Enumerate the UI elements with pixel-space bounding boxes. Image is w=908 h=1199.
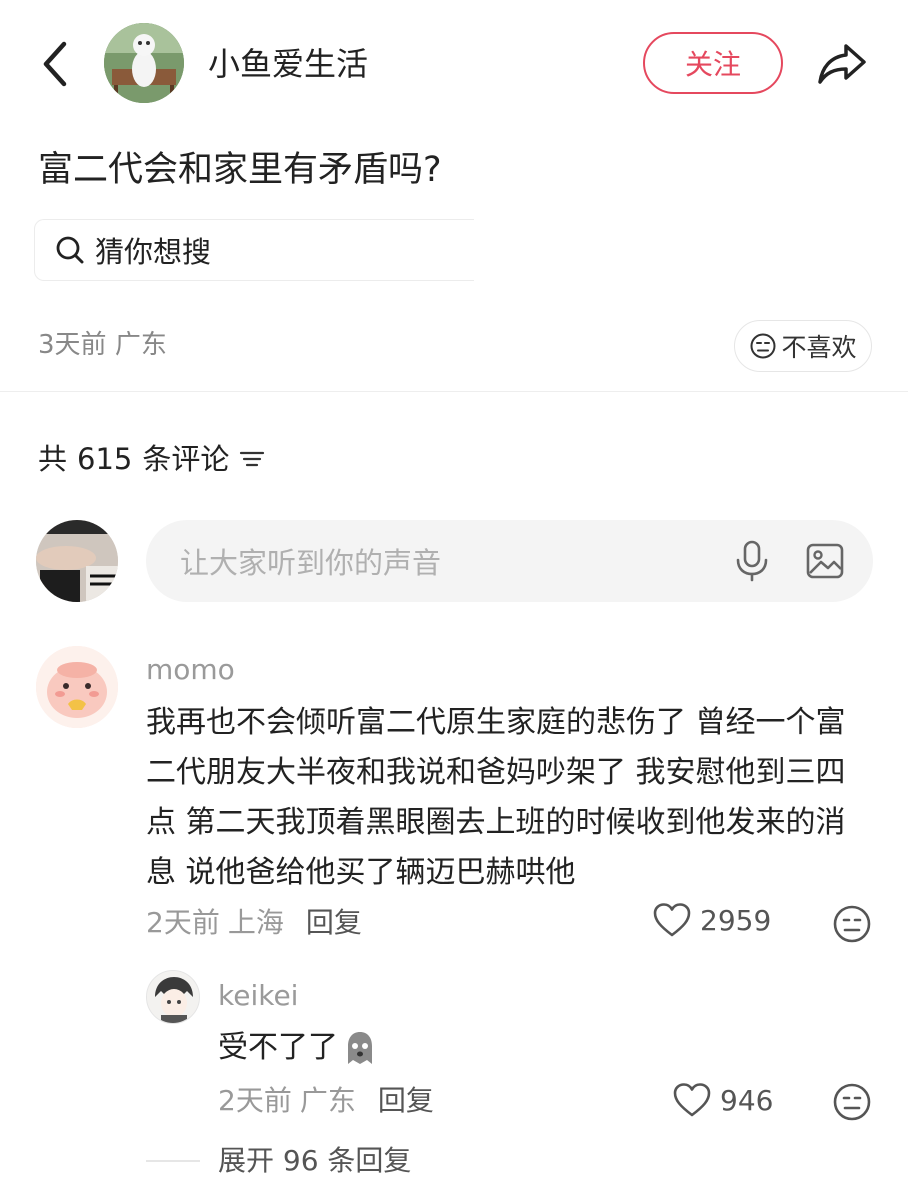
reply-meta: 2天前 广东 回复 bbox=[218, 1082, 434, 1120]
reply-text: 受不了了 bbox=[218, 1030, 338, 1065]
suggested-search-label: 猜你想搜 bbox=[95, 235, 212, 269]
back-arrow-icon bbox=[43, 41, 67, 87]
comment-location: 上海 bbox=[227, 906, 284, 939]
heart-icon bbox=[653, 903, 691, 937]
reply-avatar[interactable] bbox=[146, 970, 200, 1024]
microphone-icon bbox=[736, 540, 768, 582]
dislike-button[interactable]: 不喜欢 bbox=[734, 320, 872, 372]
neutral-face-icon bbox=[833, 1083, 871, 1121]
author-name[interactable]: 小鱼爱生活 bbox=[208, 42, 368, 86]
voice-input-button[interactable] bbox=[734, 540, 770, 582]
reply-location: 广东 bbox=[299, 1084, 356, 1117]
reply-dislike-button[interactable] bbox=[832, 1082, 872, 1122]
dislike-label: 不喜欢 bbox=[781, 333, 857, 362]
ghost-emoji-icon bbox=[348, 1032, 372, 1064]
reply-content: 受不了了 bbox=[218, 1026, 380, 1070]
expand-replies-button[interactable]: 展开 96 条回复 bbox=[218, 1143, 411, 1179]
heart-icon bbox=[673, 1083, 711, 1117]
search-icon bbox=[56, 236, 84, 264]
neutral-face-icon bbox=[833, 905, 871, 943]
image-upload-button[interactable] bbox=[806, 543, 844, 579]
current-user-avatar bbox=[36, 520, 118, 602]
sort-icon bbox=[240, 451, 265, 467]
author-avatar[interactable] bbox=[104, 23, 184, 103]
post-title: 富二代会和家里有矛盾吗? bbox=[38, 150, 442, 190]
post-time: 3天前 bbox=[38, 330, 107, 360]
share-icon bbox=[818, 44, 866, 84]
comment-time: 2天前 bbox=[146, 906, 220, 939]
share-button[interactable] bbox=[816, 40, 868, 88]
comment-count-prefix: 共 bbox=[38, 442, 68, 476]
comment-dislike-button[interactable] bbox=[832, 904, 872, 944]
comment-count: 615 bbox=[77, 442, 133, 476]
neutral-face-icon bbox=[750, 333, 776, 359]
reply-avatar-image bbox=[147, 971, 199, 1023]
comment-like-count: 2959 bbox=[700, 903, 772, 937]
comment-avatar-image bbox=[36, 646, 118, 728]
current-user-avatar-image bbox=[36, 520, 118, 602]
comment-username[interactable]: momo bbox=[146, 652, 235, 688]
reply-like-count: 946 bbox=[720, 1083, 774, 1117]
reply-time: 2天前 bbox=[218, 1084, 292, 1117]
reply-reply-button[interactable]: 回复 bbox=[378, 1082, 434, 1120]
author-avatar-image bbox=[104, 23, 184, 103]
comment-avatar[interactable] bbox=[36, 646, 118, 728]
comment-count-suffix: 条评论 bbox=[142, 442, 230, 476]
image-icon bbox=[806, 543, 844, 579]
comment-text: 我再也不会倾听富二代原生家庭的悲伤了 曾经一个富二代朋友大半夜和我说和爸妈吵架了… bbox=[146, 705, 846, 890]
divider bbox=[0, 391, 908, 392]
back-button[interactable] bbox=[38, 40, 72, 88]
reply-username[interactable]: keikei bbox=[218, 978, 298, 1014]
comment-like-button[interactable]: 2959 bbox=[652, 902, 771, 938]
post-meta: 3天前 广东 bbox=[38, 328, 167, 362]
comment-input-placeholder: 让大家听到你的声音 bbox=[180, 546, 442, 580]
comment-count-sort[interactable]: 共 615 条评论 bbox=[38, 440, 265, 478]
comment-meta: 2天前 上海 回复 bbox=[146, 904, 362, 942]
follow-button[interactable]: 关注 bbox=[643, 32, 783, 94]
expand-divider bbox=[146, 1160, 200, 1162]
post-location: 广东 bbox=[114, 330, 167, 360]
comment-reply-button[interactable]: 回复 bbox=[306, 904, 362, 942]
suggested-search-chip[interactable]: 猜你想搜 bbox=[34, 219, 474, 281]
reply-like-button[interactable]: 946 bbox=[672, 1082, 773, 1118]
